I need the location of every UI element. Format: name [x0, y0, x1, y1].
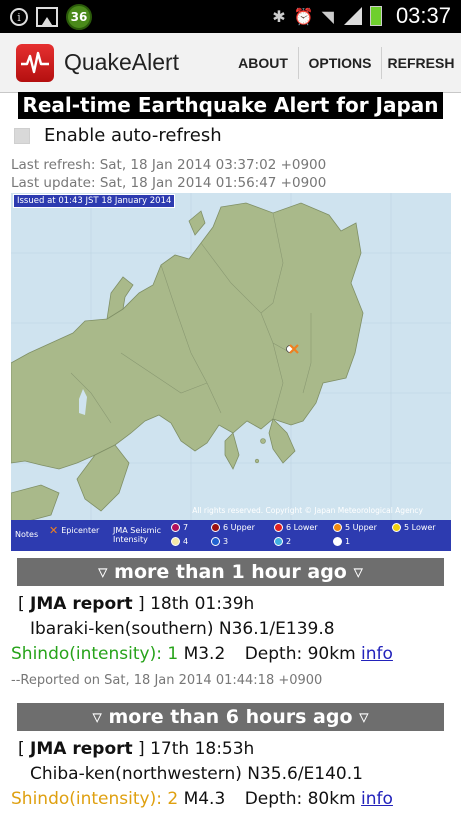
report-location: Chiba-ken(northwestern) N35.6/E140.1 — [30, 764, 363, 784]
last-update-text: Last update: Sat, 18 Jan 2014 01:56:47 +… — [11, 175, 327, 191]
level-6-upper-dot — [211, 523, 220, 532]
legend-intensity-line1: JMA Seismic — [113, 526, 162, 535]
level-3-dot — [211, 537, 220, 546]
report-source: JMA report — [30, 739, 133, 759]
legend-level-5-upper: 5 Upper — [333, 523, 377, 532]
legend-level-4: 4 — [171, 537, 188, 546]
level-3-label: 3 — [223, 537, 229, 546]
report-header: [ JMA report ] 18th 01:39h — [18, 594, 254, 614]
legend-level-6-lower: 6 Lower — [274, 523, 318, 532]
menu-divider — [381, 47, 382, 79]
report-shindo: Shindo(intensity): 1 — [11, 644, 179, 664]
auto-refresh-toggle[interactable]: Enable auto-refresh — [14, 125, 222, 146]
info-link[interactable]: info — [361, 644, 393, 664]
legend-epicenter-label: Epicenter — [61, 526, 100, 535]
report-depth: Depth: 80km — [244, 789, 356, 809]
level-5-lower-label: 5 Lower — [404, 523, 436, 532]
signal-icon — [342, 7, 362, 25]
level-6-lower-label: 6 Lower — [286, 523, 318, 532]
legend-level-5-lower: 5 Lower — [392, 523, 436, 532]
level-2-label: 2 — [286, 537, 292, 546]
section-header-6-hours[interactable]: ▿ more than 6 hours ago ▿ — [17, 703, 444, 731]
action-bar: QuakeAlert ABOUT OPTIONS REFRESH — [0, 33, 461, 93]
menu-divider — [298, 47, 299, 79]
level-5-lower-dot — [392, 523, 401, 532]
report-source: JMA report — [30, 594, 133, 614]
status-bar: i 36 ✱ ⏰ ◥ 03:37 — [0, 0, 461, 33]
quake-report: [ JMA report ] 18th 01:39h Ibaraki-ken(s… — [11, 592, 451, 698]
map-issued-label: Issued at 01:43 JST 18 January 2014 — [13, 194, 176, 208]
notification-badge: 36 — [66, 4, 92, 30]
refresh-button[interactable]: REFRESH — [384, 33, 458, 93]
report-reported-time: --Reported on Sat, 18 Jan 2014 01:44:18 … — [11, 673, 323, 688]
app-logo-icon[interactable] — [16, 44, 54, 82]
last-refresh-text: Last refresh: Sat, 18 Jan 2014 03:37:02 … — [11, 157, 327, 173]
legend-level-7: 7 — [171, 523, 188, 532]
legend-level-6-upper: 6 Upper — [211, 523, 255, 532]
epicenter-icon: ✕ — [49, 524, 59, 537]
report-shindo: Shindo(intensity): 2 — [11, 789, 179, 809]
info-link[interactable]: info — [361, 789, 393, 809]
legend-intensity-line2: Intensity — [113, 535, 148, 544]
bracket-open: [ — [18, 594, 25, 614]
legend-level-3: 3 — [211, 537, 228, 546]
vibrate-icon: ✱ — [272, 6, 286, 26]
quake-report: [ JMA report ] 17th 18:53h Chiba-ken(nor… — [11, 737, 451, 820]
bracket-close: ] — [138, 594, 145, 614]
map-graphic — [11, 193, 451, 551]
gallery-icon — [36, 7, 58, 27]
map-legend: Notes ✕ Epicenter JMA Seismic Intensity … — [11, 520, 451, 551]
auto-refresh-checkbox[interactable] — [14, 127, 30, 144]
report-magnitude: M4.3 — [183, 789, 226, 809]
level-5-upper-label: 5 Upper — [345, 523, 377, 532]
app-title: QuakeAlert — [64, 49, 180, 75]
report-magnitude: M3.2 — [183, 644, 226, 664]
legend-level-2: 2 — [274, 537, 291, 546]
bracket-close: ] — [138, 739, 145, 759]
legend-intensity-title: JMA Seismic Intensity — [113, 526, 161, 544]
wifi-icon: ◥ — [321, 6, 334, 26]
level-7-label: 7 — [183, 523, 189, 532]
status-time: 03:37 — [395, 3, 451, 28]
level-2-dot — [274, 537, 283, 546]
battery-icon — [369, 6, 382, 26]
report-depth: Depth: 90km — [244, 644, 356, 664]
report-location: Ibaraki-ken(southern) N36.1/E139.8 — [30, 619, 335, 639]
options-button[interactable]: OPTIONS — [302, 33, 378, 93]
level-1-label: 1 — [345, 537, 351, 546]
level-6-upper-label: 6 Upper — [223, 523, 255, 532]
bracket-open: [ — [18, 739, 25, 759]
level-4-dot — [171, 537, 180, 546]
legend-level-1: 1 — [333, 537, 350, 546]
level-6-lower-dot — [274, 523, 283, 532]
section-header-1-hour[interactable]: ▿ more than 1 hour ago ▿ — [17, 558, 444, 586]
report-details: Shindo(intensity): 1 M3.2 Depth: 90km in… — [11, 644, 393, 664]
legend-epicenter: ✕ Epicenter — [49, 524, 99, 537]
alarm-icon: ⏰ — [293, 6, 314, 26]
level-4-label: 4 — [183, 537, 189, 546]
report-datetime: 17th 18:53h — [150, 739, 255, 759]
about-button[interactable]: ABOUT — [231, 33, 295, 93]
legend-notes: Notes — [15, 530, 39, 539]
level-1-dot — [333, 537, 342, 546]
auto-refresh-label: Enable auto-refresh — [44, 125, 222, 146]
report-datetime: 18th 01:39h — [150, 594, 255, 614]
report-header: [ JMA report ] 17th 18:53h — [18, 739, 254, 759]
report-details: Shindo(intensity): 2 M4.3 Depth: 80km in… — [11, 789, 393, 809]
level-5-upper-dot — [333, 523, 342, 532]
level-7-dot — [171, 523, 180, 532]
seismic-intensity-map[interactable]: Issued at 01:43 JST 18 January 2014 All … — [11, 193, 451, 551]
info-icon: i — [10, 8, 28, 26]
page-title: Real-time Earthquake Alert for Japan — [18, 92, 443, 119]
map-copyright: All rights reserved. Copyright © Japan M… — [192, 506, 423, 515]
